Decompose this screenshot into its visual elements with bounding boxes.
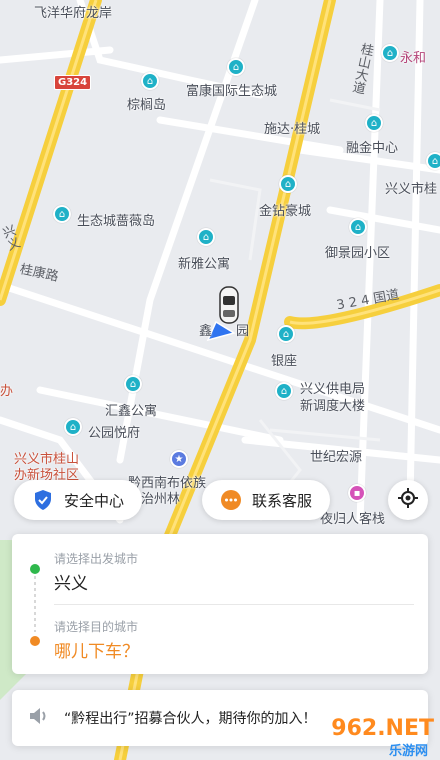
origin-hint: 请选择出发城市 — [54, 552, 139, 566]
map-label: 汇鑫公寓 — [105, 404, 158, 419]
destination-hint: 请选择目的城市 — [54, 620, 139, 634]
notice-text: “黔程出行”招募合伙人，期待你的加入！ — [64, 711, 317, 727]
origin-dot — [30, 564, 40, 574]
poi-icon: ⌂ — [197, 228, 215, 246]
road-shield: G324 — [54, 75, 92, 90]
poi-icon: ⌂ — [381, 44, 399, 62]
safety-center-label: 安全中心 — [64, 491, 125, 510]
destination-dot — [30, 636, 40, 646]
poi-icon: ⌂ — [227, 58, 245, 76]
map-label: 鑫 — [199, 324, 213, 339]
contact-service-label: 联系客服 — [252, 491, 313, 510]
poi-icon: ⌂ — [124, 375, 142, 393]
trip-card: 请选择出发城市 兴义 请选择目的城市 哪儿下车？ — [12, 534, 428, 674]
poi-icon: ⌂ — [426, 152, 440, 170]
map-label: 银座 — [271, 354, 298, 369]
car-icon — [219, 286, 239, 324]
poi-icon: ⌂ — [277, 325, 295, 343]
origin-field[interactable]: 请选择出发城市 兴义 — [12, 534, 428, 604]
map-label: 夜归人客栈 — [320, 512, 386, 527]
poi-icon: ⌂ — [141, 72, 159, 90]
map-label: 新雅公寓 — [178, 257, 231, 272]
map-label: 办 — [0, 384, 14, 399]
locate-icon — [398, 488, 418, 512]
destination-field[interactable]: 请选择目的城市 哪儿下车？ — [12, 604, 428, 674]
shield-check-icon — [32, 489, 54, 511]
destination-value: 哪儿下车？ — [54, 642, 139, 662]
poi-icon: ⌂ — [64, 418, 82, 436]
map-label: 生态城蔷薇岛 — [77, 214, 156, 229]
poi-icon: ⌂ — [53, 205, 71, 223]
map-label: 世纪宏源 — [310, 450, 363, 465]
poi-icon: ⌂ — [275, 382, 293, 400]
origin-value: 兴义 — [54, 574, 88, 594]
map-label: 飞洋华府龙岸 — [34, 6, 113, 21]
map-label: 公园悦府 — [88, 426, 141, 441]
poi-icon: ⌂ — [365, 114, 383, 132]
watermark-main: 962.NET — [331, 716, 434, 741]
locate-button[interactable] — [388, 480, 428, 520]
poi-icon: ⌂ — [279, 175, 297, 193]
map-label: 园 — [236, 324, 250, 339]
watermark-logo: 962.NET 乐游网 — [331, 716, 434, 759]
poi-icon: ⌂ — [349, 218, 367, 236]
map-label: 新调度大楼 — [300, 399, 366, 414]
map-label: 棕榈岛 — [127, 98, 167, 113]
safety-center-button[interactable]: 安全中心 — [14, 480, 143, 520]
gov-icon: ★ — [170, 450, 188, 468]
contact-service-button[interactable]: 联系客服 — [202, 480, 331, 520]
map-label: 富康国际生态城 — [186, 84, 278, 99]
hotel-icon: ▪ — [348, 484, 366, 502]
map-label: 永和 — [400, 51, 427, 66]
watermark-sub: 乐游网 — [388, 744, 428, 759]
speaker-icon — [28, 706, 50, 730]
map-label: 施达·桂城 — [264, 122, 321, 137]
map-label: 金钻豪城 — [259, 204, 312, 219]
chat-bubble-icon — [220, 489, 242, 511]
map-label: 融金中心 — [346, 141, 399, 156]
map-label: 兴义市桂 — [385, 182, 438, 197]
map-label: 御景园小区 — [325, 246, 391, 261]
